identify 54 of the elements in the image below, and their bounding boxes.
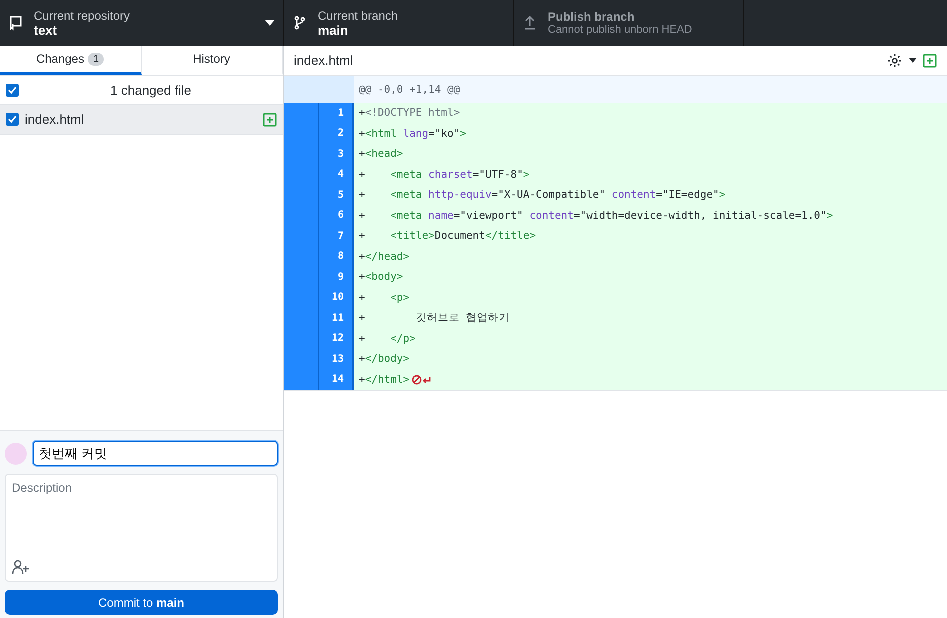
summary-field[interactable]: 첫번째 커밋: [33, 441, 278, 466]
settings-icon: [887, 52, 903, 68]
caret-icon: [265, 20, 275, 26]
line-number[interactable]: 12: [318, 328, 354, 349]
code-line: + <title>Document</title>: [358, 230, 536, 242]
file-path: index.html: [294, 53, 354, 68]
added-file-icon: [923, 54, 937, 68]
code-line: + </p>: [358, 332, 416, 345]
description-box[interactable]: Description: [5, 474, 278, 582]
code-line: +<body>: [358, 271, 404, 284]
line-number[interactable]: 13: [318, 349, 354, 370]
checkbox[interactable]: [6, 113, 19, 126]
add-coauthor-icon: [12, 559, 30, 575]
code-line: +</body>: [358, 353, 410, 366]
repository-icon: [8, 15, 24, 31]
branch-selector[interactable]: Current branch main: [284, 0, 514, 46]
avatar: [5, 442, 27, 464]
code-line: + <meta charset="UTF-8">: [358, 168, 530, 181]
line-gutter[interactable]: [284, 103, 318, 124]
line-number[interactable]: 1: [318, 103, 354, 124]
changed-files-count: 1 changed file: [110, 82, 192, 98]
line-number[interactable]: 7: [318, 226, 354, 246]
line-number[interactable]: 8: [318, 246, 354, 267]
code-line: +</html>: [358, 374, 410, 386]
line-number[interactable]: 2: [318, 124, 354, 144]
code-line: +<html lang="ko">: [358, 128, 466, 140]
commit-button[interactable]: Commit to main: [5, 590, 278, 615]
code-line: + <p>: [358, 292, 410, 304]
line-number[interactable]: 3: [318, 144, 354, 164]
line-gutter[interactable]: [284, 370, 318, 390]
line-number[interactable]: 5: [318, 185, 354, 206]
line-number[interactable]: 10: [318, 288, 354, 308]
hunk-gutter: [284, 76, 354, 103]
line-number[interactable]: 14: [318, 370, 354, 390]
code-line: +</head>: [358, 250, 410, 263]
code-line: +<head>: [358, 148, 404, 160]
count-badge: 1: [88, 52, 104, 66]
code-line: + <meta name="viewport" content="width=device-width, initial-scale=1.0">: [358, 210, 834, 222]
tab[interactable]: Changes 1: [0, 46, 142, 75]
line-number[interactable]: 11: [318, 308, 354, 328]
line-number[interactable]: 9: [318, 267, 354, 288]
line-number[interactable]: 4: [318, 164, 354, 185]
checkbox[interactable]: [6, 84, 19, 96]
hunk-header: @@ -0,0 +1,14 @@: [358, 84, 460, 96]
added-file-icon: [263, 112, 277, 126]
code-line: + 깃허브로 협업하기: [358, 311, 510, 326]
upload-icon: [522, 15, 538, 31]
line-number[interactable]: 6: [318, 206, 354, 226]
code-line: +<!DOCTYPE html>: [358, 107, 460, 120]
code-line: + <meta http-equiv="X-UA-Compatible" content="IE=edge">: [358, 189, 726, 202]
branch-icon: [292, 15, 308, 31]
file-name: index.html: [25, 112, 86, 127]
file-row[interactable]: index.html: [0, 105, 283, 135]
caret-icon: [909, 58, 917, 63]
